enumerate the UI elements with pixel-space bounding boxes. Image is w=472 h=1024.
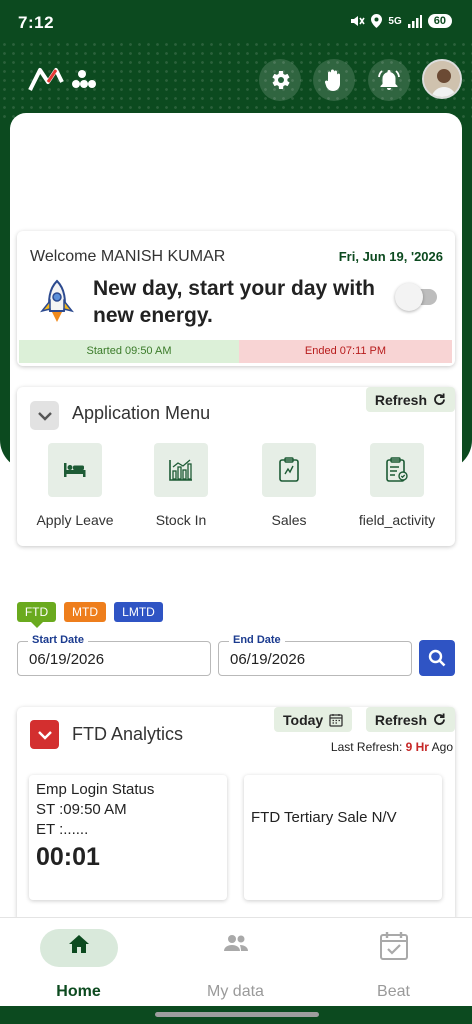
- toggle-knob: [395, 283, 423, 311]
- tertiary-sale-card[interactable]: FTD Tertiary Sale N/V: [244, 775, 442, 900]
- ftd-analytics-title: FTD Analytics: [72, 724, 184, 744]
- emp-login-status-card[interactable]: Emp Login Status ST :09:50 AM ET :......…: [29, 775, 227, 900]
- hand-icon: [324, 69, 340, 91]
- login-duration: 00:01: [36, 843, 100, 871]
- calendar-check-icon: [315, 931, 472, 961]
- tertiary-sale-title: FTD Tertiary Sale N/V: [251, 809, 397, 826]
- ended-time-badge: Ended 07:11 PM: [239, 340, 452, 363]
- bell-ringing-icon: [378, 70, 400, 90]
- application-menu-card: Application Menu Refresh Apply Leave Sto…: [17, 387, 455, 546]
- login-start-time: ST :09:50 AM: [36, 801, 127, 818]
- network-label: 5G: [388, 15, 402, 27]
- nav-beat[interactable]: Beat: [315, 918, 472, 1006]
- menu-item-apply-leave[interactable]: Apply Leave: [25, 443, 125, 528]
- nav-my-data[interactable]: My data: [157, 918, 314, 1006]
- refresh-menu-button[interactable]: Refresh: [365, 387, 455, 412]
- menu-label-field-activity: field_activity: [358, 512, 436, 528]
- menu-label-stock-in: Stock In: [155, 512, 207, 528]
- location-icon: [371, 14, 383, 28]
- end-date-field[interactable]: End Date 06/19/2026: [218, 634, 412, 676]
- application-menu-title: Application Menu: [72, 403, 211, 423]
- login-card-title: Emp Login Status: [36, 781, 155, 798]
- collapse-button[interactable]: [30, 401, 59, 430]
- today-label: Today: [283, 711, 324, 728]
- menu-item-sales[interactable]: Sales: [239, 443, 339, 528]
- nav-home-label: Home: [56, 983, 101, 1000]
- welcome-card: Welcome MANISH KUMAR Fri, Jun 19, '2026 …: [17, 231, 455, 366]
- checklist-icon: [370, 443, 424, 497]
- attendance-button[interactable]: [313, 59, 355, 101]
- bed-icon: [48, 443, 102, 497]
- status-bar: 7:12 5G 60: [0, 0, 472, 44]
- refresh-label: Refresh: [374, 391, 427, 408]
- menu-item-field-activity[interactable]: field_activity: [347, 443, 447, 528]
- signal-icon: [407, 14, 422, 28]
- settings-button[interactable]: [259, 59, 301, 101]
- welcome-greeting: Welcome MANISH KUMAR: [30, 248, 226, 265]
- last-refresh-prefix: Last Refresh:: [330, 740, 403, 754]
- status-time: 7:12: [18, 13, 55, 32]
- motivation-text: New day, start your day with new energy.: [93, 277, 376, 327]
- today-button[interactable]: Today: [274, 707, 353, 732]
- last-refresh-text: Last Refresh: 9 Hr Ago: [331, 740, 453, 754]
- gear-icon: [272, 71, 290, 89]
- avatar[interactable]: [422, 59, 462, 99]
- battery-icon: 60: [427, 14, 452, 28]
- refresh-analytics-button[interactable]: Refresh: [365, 707, 455, 732]
- tab-mtd[interactable]: MTD: [64, 602, 106, 622]
- home-gesture-handle[interactable]: [155, 1012, 319, 1017]
- nav-home[interactable]: Home: [0, 918, 157, 1006]
- chart-icon: [154, 443, 208, 497]
- expand-analytics-button[interactable]: [30, 720, 59, 749]
- login-end-time: ET :......: [36, 821, 89, 838]
- start-date-field[interactable]: Start Date 06/19/2026: [17, 634, 211, 676]
- rocket-icon: [40, 279, 74, 322]
- day-toggle[interactable]: [395, 283, 437, 311]
- menu-label-sales: Sales: [271, 512, 307, 528]
- start-date-value: 06/19/2026: [29, 651, 105, 668]
- search-button[interactable]: [419, 640, 455, 676]
- last-refresh-value: 9 Hr: [405, 740, 429, 754]
- ftd-analytics-card: FTD Analytics Today Refresh Last Refresh…: [17, 707, 455, 922]
- refresh-label: Refresh: [374, 711, 427, 728]
- end-date-label: End Date: [229, 634, 285, 646]
- bottom-navigation: Home My data Beat: [0, 917, 472, 1007]
- tab-lmtd[interactable]: LMTD: [114, 602, 163, 622]
- home-icon: [0, 933, 157, 955]
- refresh-icon: [434, 713, 445, 725]
- menu-item-stock-in[interactable]: Stock In: [131, 443, 231, 528]
- brand-logo: [28, 68, 96, 91]
- nav-beat-label: Beat: [377, 983, 410, 1000]
- nav-my-data-label: My data: [207, 983, 264, 1000]
- chevron-down-icon: [37, 730, 52, 740]
- menu-label-apply-leave: Apply Leave: [36, 512, 114, 528]
- people-icon: [157, 933, 314, 953]
- start-date-label: Start Date: [28, 634, 88, 646]
- notifications-button[interactable]: [368, 59, 410, 101]
- tab-ftd[interactable]: FTD: [17, 602, 56, 628]
- last-refresh-suffix: Ago: [431, 740, 453, 754]
- chevron-down-icon: [37, 411, 52, 421]
- refresh-icon: [434, 393, 445, 405]
- status-icons: 5G 60: [350, 14, 452, 28]
- mute-icon: [351, 16, 366, 26]
- search-icon: [428, 649, 446, 667]
- started-time-badge: Started 09:50 AM: [19, 340, 239, 363]
- clipboard-icon: [262, 443, 316, 497]
- end-date-value: 06/19/2026: [230, 651, 306, 668]
- current-date: Fri, Jun 19, '2026: [338, 249, 443, 264]
- calendar-icon: [329, 713, 343, 727]
